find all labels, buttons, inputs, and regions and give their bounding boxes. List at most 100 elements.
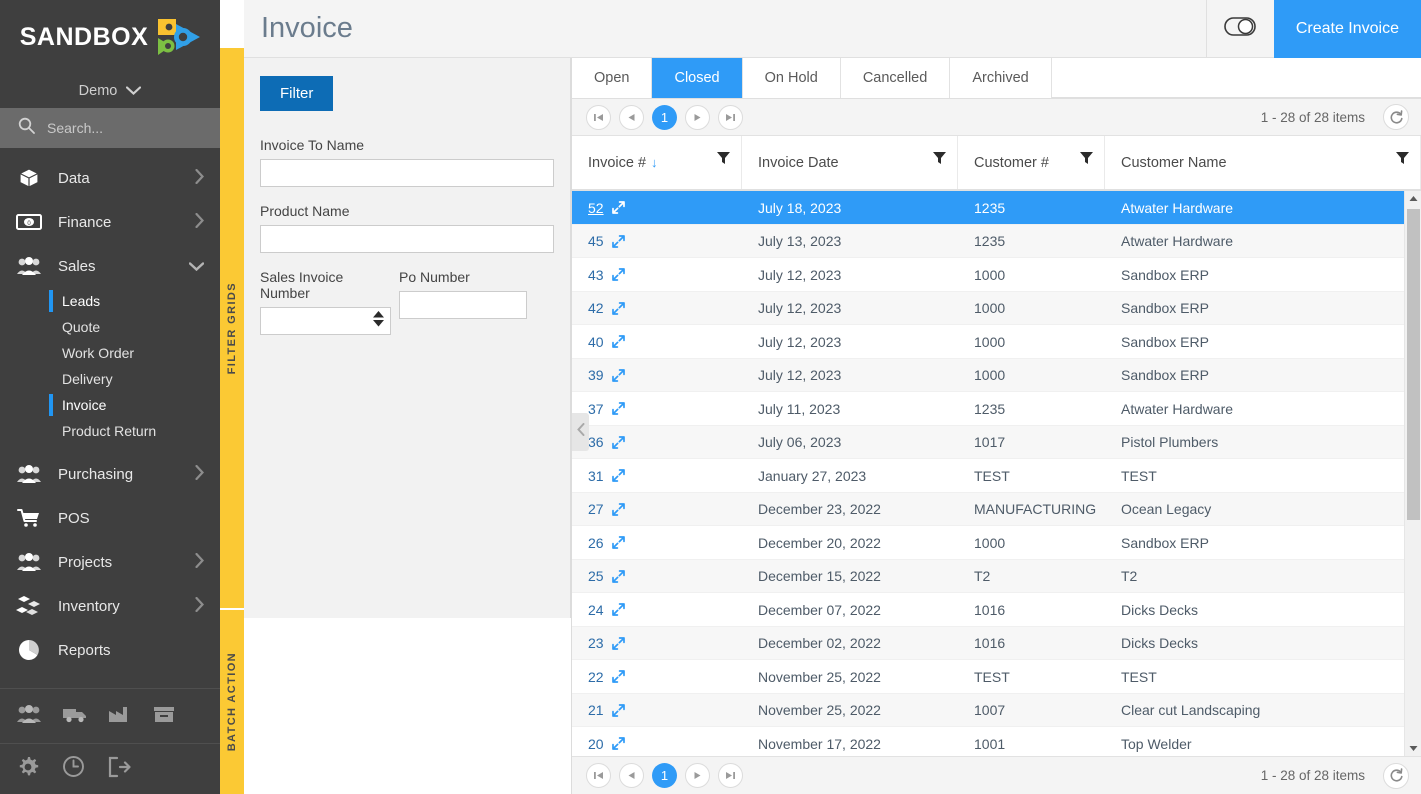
- sidebar-item-data[interactable]: Data: [0, 156, 220, 200]
- expand-arrows-icon[interactable]: [611, 536, 625, 549]
- scroll-up-button[interactable]: [1405, 191, 1421, 206]
- cell-invoice-number[interactable]: 20: [572, 727, 742, 760]
- search-bar[interactable]: Search...: [0, 108, 220, 148]
- cell-invoice-number[interactable]: 52: [572, 191, 742, 224]
- table-row[interactable]: 52 July 18, 2023 1235 Atwater Hardware: [572, 191, 1404, 225]
- tenant-selector[interactable]: Demo: [0, 74, 220, 108]
- refresh-button-bottom[interactable]: [1383, 762, 1409, 789]
- invoice-number-link[interactable]: 39: [588, 367, 604, 383]
- sidebar-item-leads[interactable]: Leads: [0, 288, 220, 314]
- tab-archived[interactable]: Archived: [950, 58, 1052, 98]
- sidebar-item-projects[interactable]: Projects: [0, 540, 220, 584]
- page-next-button-bottom[interactable]: [685, 763, 710, 789]
- funnel-icon[interactable]: [1079, 150, 1094, 169]
- expand-arrows-icon[interactable]: [611, 469, 625, 482]
- table-row[interactable]: 45 July 13, 2023 1235 Atwater Hardware: [572, 224, 1404, 259]
- table-row[interactable]: 22 November 25, 2022 TEST TEST: [572, 660, 1404, 694]
- invoice-to-name-input[interactable]: [260, 159, 554, 187]
- invoice-number-link[interactable]: 26: [588, 535, 604, 551]
- sidebar-item-delivery[interactable]: Delivery: [0, 366, 220, 392]
- table-row[interactable]: 23 December 02, 2022 1016 Dicks Decks: [572, 626, 1404, 661]
- page-next-button[interactable]: [685, 104, 710, 130]
- tab-open[interactable]: Open: [572, 58, 653, 98]
- scrollbar-thumb[interactable]: [1407, 209, 1420, 520]
- sidebar-item-work-order[interactable]: Work Order: [0, 340, 220, 366]
- truck-icon[interactable]: [62, 704, 88, 729]
- table-row[interactable]: 27 December 23, 2022 MANUFACTURING Ocean Le…: [572, 492, 1404, 527]
- batch-action-rail[interactable]: BATCH ACTION: [220, 610, 244, 794]
- invoice-number-link[interactable]: 22: [588, 669, 604, 685]
- cell-invoice-number[interactable]: 27: [572, 493, 742, 526]
- po-number-input[interactable]: [399, 291, 527, 319]
- table-row[interactable]: 25 December 15, 2022 T2 T2: [572, 559, 1404, 594]
- expand-arrows-icon[interactable]: [611, 368, 625, 382]
- table-row[interactable]: 42 July 12, 2023 1000 Sandbox ERP: [572, 291, 1404, 326]
- sales-invoice-number-input[interactable]: [260, 307, 391, 335]
- table-row[interactable]: 39 July 12, 2023 1000 Sandbox ERP: [572, 358, 1404, 393]
- page-number-1-bottom[interactable]: 1: [652, 763, 677, 789]
- page-number-1[interactable]: 1: [652, 104, 677, 130]
- expand-arrows-icon[interactable]: [611, 268, 625, 281]
- sidebar-item-quote[interactable]: Quote: [0, 314, 220, 340]
- grid-vertical-scrollbar[interactable]: [1404, 191, 1421, 757]
- archive-icon[interactable]: [152, 704, 176, 729]
- cell-invoice-number[interactable]: 40: [572, 325, 742, 358]
- funnel-icon[interactable]: [932, 150, 947, 169]
- cell-invoice-number[interactable]: 24: [572, 593, 742, 626]
- filter-grids-rail[interactable]: FILTER GRIDS: [220, 48, 244, 608]
- filter-button[interactable]: Filter: [260, 76, 334, 111]
- invoice-number-link[interactable]: 21: [588, 702, 604, 718]
- expand-arrows-icon[interactable]: [611, 703, 625, 717]
- gear-icon[interactable]: [16, 755, 40, 784]
- refresh-button[interactable]: [1383, 104, 1409, 131]
- cell-invoice-number[interactable]: 39: [572, 359, 742, 392]
- invoice-number-link[interactable]: 37: [588, 401, 604, 417]
- invoice-number-link[interactable]: 24: [588, 602, 604, 618]
- cell-invoice-number[interactable]: 43: [572, 258, 742, 291]
- sidebar-item-purchasing[interactable]: Purchasing: [0, 452, 220, 496]
- sidebar-item-sales[interactable]: Sales: [0, 244, 220, 288]
- collapse-filter-panel-button[interactable]: [572, 413, 589, 451]
- table-row[interactable]: 31 January 27, 2023 TEST TEST: [572, 459, 1404, 493]
- table-row[interactable]: 36 July 06, 2023 1017 Pistol Plumbers: [572, 425, 1404, 460]
- tab-cancelled[interactable]: Cancelled: [840, 58, 951, 98]
- funnel-icon[interactable]: [716, 150, 731, 169]
- table-row[interactable]: 24 December 07, 2022 1016 Dicks Decks: [572, 593, 1404, 627]
- page-first-button[interactable]: [586, 104, 611, 130]
- factory-icon[interactable]: [108, 704, 132, 729]
- expand-arrows-icon[interactable]: [611, 569, 625, 583]
- cell-invoice-number[interactable]: 21: [572, 694, 742, 727]
- invoice-number-link[interactable]: 40: [588, 334, 604, 350]
- invoice-number-link[interactable]: 20: [588, 736, 604, 752]
- invoice-number-link[interactable]: 27: [588, 501, 604, 517]
- logo[interactable]: SANDBOX: [0, 0, 220, 74]
- table-row[interactable]: 26 December 20, 2022 1000 Sandbox ERP: [572, 526, 1404, 560]
- cell-invoice-number[interactable]: 45: [572, 225, 742, 258]
- page-prev-button[interactable]: [619, 104, 644, 130]
- scrollbar-track[interactable]: [1405, 206, 1421, 741]
- expand-arrows-icon[interactable]: [611, 234, 625, 248]
- table-row[interactable]: 21 November 25, 2022 1007 Clear cut Landsca…: [572, 693, 1404, 728]
- cell-invoice-number[interactable]: 37: [572, 392, 742, 425]
- page-first-button-bottom[interactable]: [586, 763, 611, 789]
- cell-invoice-number[interactable]: 26: [572, 526, 742, 559]
- page-prev-button-bottom[interactable]: [619, 763, 644, 789]
- sidebar-item-pos[interactable]: POS: [0, 496, 220, 540]
- sidebar-item-inventory[interactable]: Inventory: [0, 584, 220, 628]
- funnel-icon[interactable]: [1395, 150, 1410, 169]
- cell-invoice-number[interactable]: 42: [572, 292, 742, 325]
- page-last-button[interactable]: [718, 104, 743, 130]
- expand-arrows-icon[interactable]: [611, 603, 625, 616]
- invoice-number-link[interactable]: 25: [588, 568, 604, 584]
- expand-arrows-icon[interactable]: [611, 301, 625, 315]
- column-header-invoice-date[interactable]: Invoice Date: [742, 136, 958, 190]
- people-icon[interactable]: [16, 704, 42, 729]
- clock-icon[interactable]: [62, 755, 85, 783]
- invoice-number-link[interactable]: 43: [588, 267, 604, 283]
- expand-arrows-icon[interactable]: [611, 402, 625, 415]
- expand-arrows-icon[interactable]: [611, 435, 625, 449]
- column-header-customer-name[interactable]: Customer Name: [1105, 136, 1421, 190]
- tab-on-hold[interactable]: On Hold: [742, 58, 841, 98]
- expand-arrows-icon[interactable]: [611, 335, 625, 348]
- search-input[interactable]: Search...: [47, 120, 103, 136]
